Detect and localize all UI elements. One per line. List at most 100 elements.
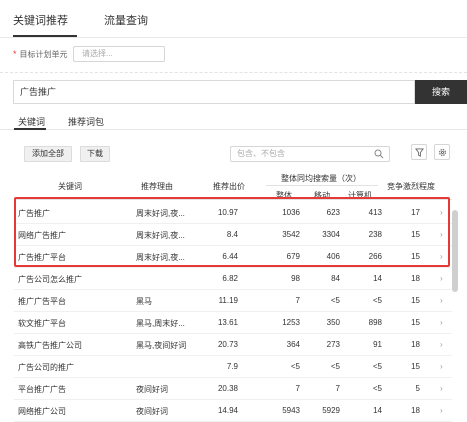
table-header: 关键词 推荐理由 推荐出价 整体同均搜索量（次） 整体 移动 计算机 竞争激烈程… xyxy=(14,172,452,200)
cell-reason: 周末好词,夜... xyxy=(136,253,185,262)
table-row[interactable]: 高铁广告推广公司 黑马,夜间好词 20.73 364 273 91 18 › xyxy=(14,334,452,356)
cell-bid: 20.38 xyxy=(217,384,238,393)
cell-overall: 5943 xyxy=(282,406,300,415)
keyword-search-input[interactable]: 广告推广 xyxy=(13,80,415,104)
chevron-right-icon[interactable]: › xyxy=(440,208,448,217)
cell-reason: 夜间好词 xyxy=(136,407,168,416)
chevron-right-icon[interactable]: › xyxy=(440,362,448,371)
table-row[interactable]: 软文推广平台 黑马,周末好... 13.61 1253 350 898 15 › xyxy=(14,312,452,334)
table-row[interactable]: 平台推广广告 夜间好词 20.38 7 7 <5 5 › xyxy=(14,378,452,400)
chevron-right-icon[interactable]: › xyxy=(440,406,448,415)
chevron-right-icon[interactable]: › xyxy=(440,384,448,393)
cell-mobile: 273 xyxy=(326,340,340,349)
cell-bid: 10.97 xyxy=(217,208,238,217)
header-search-volume: 整体同均搜索量（次） xyxy=(281,174,361,183)
add-all-button[interactable]: 添加全部 xyxy=(24,146,72,162)
cell-reason: 黑马,夜间好词 xyxy=(136,341,187,350)
chevron-right-icon[interactable]: › xyxy=(440,274,448,283)
filter-button[interactable] xyxy=(411,144,427,160)
cell-keyword: 广告公司怎么推广 xyxy=(18,275,82,284)
tab-keyword-recommend[interactable]: 关键词推荐 xyxy=(13,12,68,28)
chevron-right-icon[interactable]: › xyxy=(440,296,448,305)
cell-pc: 14 xyxy=(373,274,382,283)
table-row[interactable]: 广告公司的推广 7.9 <5 <5 <5 15 › xyxy=(14,356,452,378)
cell-mobile: <5 xyxy=(330,362,340,371)
cell-keyword: 高铁广告推广公司 xyxy=(18,341,82,350)
search-button[interactable]: 搜索 xyxy=(415,80,467,104)
top-tab-bar: 关键词推荐 流量查询 xyxy=(0,0,467,38)
table-row[interactable]: 广告推广 周末好词,夜... 10.97 1036 623 413 17 › xyxy=(14,202,452,224)
gear-icon xyxy=(438,148,446,156)
header-keyword[interactable]: 关键词 xyxy=(34,181,106,192)
header-overall[interactable]: 整体 xyxy=(266,190,302,201)
table-row[interactable]: 推广广告平台 黑马 11.19 7 <5 <5 15 › xyxy=(14,290,452,312)
cell-mobile: 350 xyxy=(326,318,340,327)
settings-button[interactable] xyxy=(434,144,450,160)
cell-keyword: 推广广告平台 xyxy=(18,297,66,306)
active-subtab-indicator xyxy=(14,128,46,130)
cell-overall: 1036 xyxy=(282,208,300,217)
tab-keywords[interactable]: 关键词 xyxy=(18,115,45,128)
cell-pc: 413 xyxy=(368,208,382,217)
table-scrollbar[interactable] xyxy=(452,210,458,292)
cell-reason: 周末好词,夜... xyxy=(136,231,185,240)
unit-select[interactable]: 请选择... xyxy=(73,46,165,62)
cell-mobile: 623 xyxy=(326,208,340,217)
required-mark: * xyxy=(13,49,17,59)
tab-keyword-packages[interactable]: 推荐词包 xyxy=(68,115,104,128)
cell-reason: 黑马,周末好... xyxy=(136,319,185,328)
cell-mobile: 406 xyxy=(326,252,340,261)
cell-competition: 15 xyxy=(411,230,420,239)
table-row[interactable]: 网络推广公司 夜间好词 14.94 5943 5929 14 18 › xyxy=(14,400,452,422)
cell-overall: 7 xyxy=(295,384,300,393)
cell-pc: 91 xyxy=(373,340,382,349)
cell-competition: 17 xyxy=(411,208,420,217)
cell-pc: <5 xyxy=(372,384,382,393)
cell-overall: 364 xyxy=(286,340,300,349)
cell-competition: 15 xyxy=(411,252,420,261)
section-divider xyxy=(0,72,467,73)
cell-keyword: 网络广告推广 xyxy=(18,231,66,240)
cell-reason: 夜间好词 xyxy=(136,385,168,394)
header-bid[interactable]: 推荐出价 xyxy=(204,181,254,192)
cell-bid: 6.44 xyxy=(222,252,238,261)
table-row[interactable]: 广告推广平台 周末好词,夜... 6.44 679 406 266 15 › xyxy=(14,246,452,268)
cell-competition: 18 xyxy=(411,406,420,415)
cell-reason: 周末好词,夜... xyxy=(136,209,185,218)
header-mobile[interactable]: 移动 xyxy=(304,190,340,201)
header-pc[interactable]: 计算机 xyxy=(342,190,378,201)
sub-tab-bar: 关键词 推荐词包 xyxy=(0,110,467,130)
cell-competition: 5 xyxy=(415,384,420,393)
keyword-table: 关键词 推荐理由 推荐出价 整体同均搜索量（次） 整体 移动 计算机 竞争激烈程… xyxy=(14,172,452,422)
cell-overall: 679 xyxy=(286,252,300,261)
table-row[interactable]: 广告公司怎么推广 6.82 98 84 14 18 › xyxy=(14,268,452,290)
cell-bid: 14.94 xyxy=(217,406,238,415)
cell-keyword: 网络推广公司 xyxy=(18,407,66,416)
cell-competition: 15 xyxy=(411,318,420,327)
header-reason[interactable]: 推荐理由 xyxy=(132,181,182,192)
chevron-right-icon[interactable]: › xyxy=(440,340,448,349)
cell-keyword: 广告推广平台 xyxy=(18,253,66,262)
cell-overall: 1253 xyxy=(282,318,300,327)
cell-pc: <5 xyxy=(372,296,382,305)
cell-competition: 15 xyxy=(411,362,420,371)
search-icon[interactable] xyxy=(374,149,384,159)
cell-bid: 7.9 xyxy=(226,362,238,371)
table-row[interactable]: 网络广告推广 周末好词,夜... 8.4 3542 3304 238 15 › xyxy=(14,224,452,246)
cell-bid: 20.73 xyxy=(217,340,238,349)
cell-competition: 18 xyxy=(411,274,420,283)
header-competition[interactable]: 竞争激烈程度 xyxy=(378,181,444,192)
cell-mobile: 7 xyxy=(335,384,340,393)
chevron-right-icon[interactable]: › xyxy=(440,252,448,261)
cell-mobile: 3304 xyxy=(322,230,340,239)
tab-traffic-query[interactable]: 流量查询 xyxy=(104,12,148,28)
chevron-right-icon[interactable]: › xyxy=(440,318,448,327)
include-exclude-filter-input[interactable]: 包含、不包含 xyxy=(230,146,390,162)
cell-pc: <5 xyxy=(372,362,382,371)
cell-competition: 18 xyxy=(411,340,420,349)
cell-pc: 14 xyxy=(373,406,382,415)
download-button[interactable]: 下载 xyxy=(80,146,110,162)
chevron-right-icon[interactable]: › xyxy=(440,230,448,239)
cell-bid: 13.61 xyxy=(217,318,238,327)
unit-label: 目标计划单元 xyxy=(19,49,68,59)
